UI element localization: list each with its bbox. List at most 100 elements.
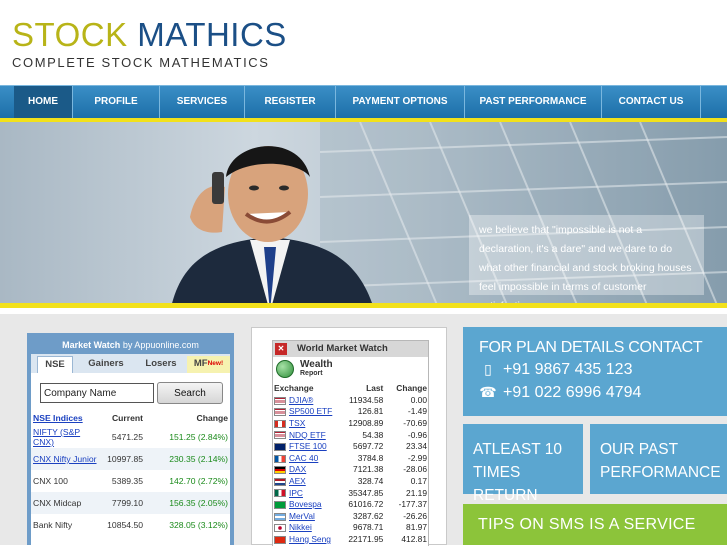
- index-change: 156.35 (2.05%): [145, 492, 230, 514]
- tab-mf[interactable]: MFNew!: [187, 356, 230, 373]
- returns-promo-tile[interactable]: ATLEAST 10 TIMES RETURN: [463, 424, 583, 504]
- hero-quote: we believe that "impossible is not a dec…: [469, 215, 704, 303]
- exchange-last: 12908.89: [348, 417, 384, 428]
- nl-flag-icon: [274, 477, 286, 486]
- table-row: TSX 12908.89 -70.69: [273, 417, 428, 429]
- index-current: 5389.35: [111, 476, 143, 486]
- us-flag-icon: [274, 431, 286, 440]
- table-row: CNX Nifty Junior 10997.85 230.35 (2.14%): [31, 448, 230, 470]
- exchange-last: 126.81: [357, 406, 384, 417]
- exchange-last: 35347.85: [348, 487, 384, 498]
- index-name: CNX Midcap: [31, 492, 99, 514]
- world-market-header: ✕ World Market Watch: [273, 341, 428, 357]
- sms-tips-banner[interactable]: TIPS ON SMS IS A SERVICE: [463, 504, 727, 545]
- nav-contact-us[interactable]: CONTACT US: [602, 86, 700, 118]
- tab-gainers[interactable]: Gainers: [77, 356, 135, 373]
- exchange-last: 3287.62: [353, 510, 384, 521]
- world-market-title: World Market Watch: [297, 343, 388, 354]
- new-badge: New!: [207, 360, 224, 367]
- exchange-last: 61016.72: [348, 499, 384, 510]
- table-row: SP500 ETF 126.81 -1.49: [273, 406, 428, 418]
- market-watch-tabs: NSE Gainers Losers MFNew!: [31, 354, 230, 373]
- world-indices-table: Exchange Last Change DJIA® 11934.58 0.00 SP…: [273, 381, 428, 545]
- col-current: Current: [111, 412, 143, 423]
- logo-tagline: COMPLETE STOCK MATHEMATICS: [12, 55, 270, 70]
- world-market-watch-widget: ✕ World Market Watch Wealth Report Excha…: [251, 327, 447, 546]
- tab-losers[interactable]: Losers: [135, 356, 187, 373]
- exchange-change: -70.69: [403, 417, 427, 428]
- nav-home[interactable]: HOME: [14, 86, 72, 118]
- exchange-name[interactable]: DAX: [273, 464, 335, 476]
- col-nse-indices[interactable]: NSE Indices: [31, 409, 99, 426]
- de-flag-icon: [274, 466, 286, 475]
- businessman-on-phone-image: [172, 146, 372, 303]
- exchange-change: 412.81: [401, 533, 427, 544]
- index-current: 10854.50: [107, 520, 143, 530]
- nav-payment-options[interactable]: PAYMENT OPTIONS: [336, 86, 464, 118]
- world-market-panel: ✕ World Market Watch Wealth Report Excha…: [272, 340, 429, 546]
- exchange-last: 328.74: [357, 475, 384, 486]
- logo-wordmark: STOCK MATHICS: [12, 16, 287, 53]
- exchange-name[interactable]: Nikkei: [273, 522, 335, 534]
- exchange-last: 9678.71: [353, 522, 384, 533]
- table-header-row: Exchange Last Change: [273, 381, 428, 394]
- hk-flag-icon: [274, 535, 286, 544]
- exchange-name[interactable]: DJIA®: [273, 394, 335, 406]
- wealth-report-logo[interactable]: Wealth Report: [273, 357, 428, 381]
- globe-icon: [276, 360, 294, 378]
- exchange-change: 0.00: [410, 394, 427, 405]
- nav-services[interactable]: SERVICES: [160, 86, 244, 118]
- tab-nse[interactable]: NSE: [37, 356, 73, 373]
- jp-flag-icon: [274, 524, 286, 533]
- index-change: 230.35 (2.14%): [145, 448, 230, 470]
- exchange-change: 0.17: [410, 475, 427, 486]
- index-name[interactable]: CNX Nifty Junior: [31, 448, 99, 470]
- index-current: 5471.25: [111, 432, 143, 442]
- hero-banner: we believe that "impossible is not a dec…: [0, 118, 727, 308]
- site-logo[interactable]: STOCK MATHICS COMPLETE STOCK MATHEMATICS: [12, 16, 287, 71]
- exchange-name[interactable]: NDQ ETF: [273, 429, 335, 441]
- table-row: Bank Nifty 10854.50 328.05 (3.12%): [31, 514, 230, 536]
- exchange-name[interactable]: AEX: [273, 475, 335, 487]
- exchange-name[interactable]: CAC 40: [273, 452, 335, 464]
- exchange-last: 5697.72: [353, 441, 384, 452]
- market-search-bar: Search: [31, 373, 230, 409]
- contact-box: FOR PLAN DETAILS CONTACT ▯ +91 9867 435 1…: [463, 327, 727, 416]
- exchange-change: -1.49: [407, 406, 427, 417]
- exchange-change: -26.26: [403, 510, 427, 521]
- index-change: 151.25 (2.84%): [169, 432, 228, 442]
- exchange-name[interactable]: MerVal: [273, 510, 335, 522]
- exchange-name[interactable]: Hang Seng: [273, 533, 335, 545]
- search-button[interactable]: Search: [157, 382, 223, 404]
- past-performance-tile[interactable]: OUR PAST PERFORMANCE: [590, 424, 727, 494]
- exchange-change: -28.06: [403, 464, 427, 475]
- us-flag-icon: [274, 408, 286, 417]
- col-change: Change: [396, 382, 427, 393]
- exchange-name[interactable]: Bovespa: [273, 498, 335, 510]
- index-name: CNX 100: [33, 476, 68, 486]
- table-row: CAC 40 3784.8 -2.99: [273, 452, 428, 464]
- exchange-change: -2.99: [407, 452, 427, 463]
- nav-register[interactable]: REGISTER: [245, 86, 335, 118]
- table-row: Hang Seng 22171.95 412.81: [273, 533, 428, 545]
- exchange-name[interactable]: IPC: [273, 487, 335, 499]
- company-name-input[interactable]: [40, 383, 154, 403]
- contact-heading: FOR PLAN DETAILS CONTACT: [479, 339, 703, 356]
- index-change: 142.70 (2.72%): [169, 476, 228, 486]
- index-name[interactable]: NIFTY (S&P CNX): [31, 426, 99, 448]
- telephone-icon: ☎: [479, 384, 497, 400]
- br-flag-icon: [274, 500, 286, 509]
- mobile-phone-icon: ▯: [484, 361, 492, 377]
- exchange-name[interactable]: TSX: [273, 417, 335, 429]
- close-icon[interactable]: ✕: [275, 343, 287, 355]
- market-watch-widget: Market Watch by Appuonline.com NSE Gaine…: [27, 333, 234, 545]
- market-watch-title: Market Watch by Appuonline.com: [31, 337, 230, 354]
- exchange-last: 7121.38: [353, 464, 384, 475]
- exchange-change: -0.96: [407, 429, 427, 440]
- exchange-name[interactable]: SP500 ETF: [273, 406, 335, 418]
- mobile-number: +91 9867 435 123: [503, 361, 633, 378]
- nav-profile[interactable]: PROFILE: [73, 86, 159, 118]
- exchange-name[interactable]: FTSE 100: [273, 440, 335, 452]
- exchange-last: 22171.95: [348, 533, 384, 544]
- nav-past-performance[interactable]: PAST PERFORMANCE: [465, 86, 601, 118]
